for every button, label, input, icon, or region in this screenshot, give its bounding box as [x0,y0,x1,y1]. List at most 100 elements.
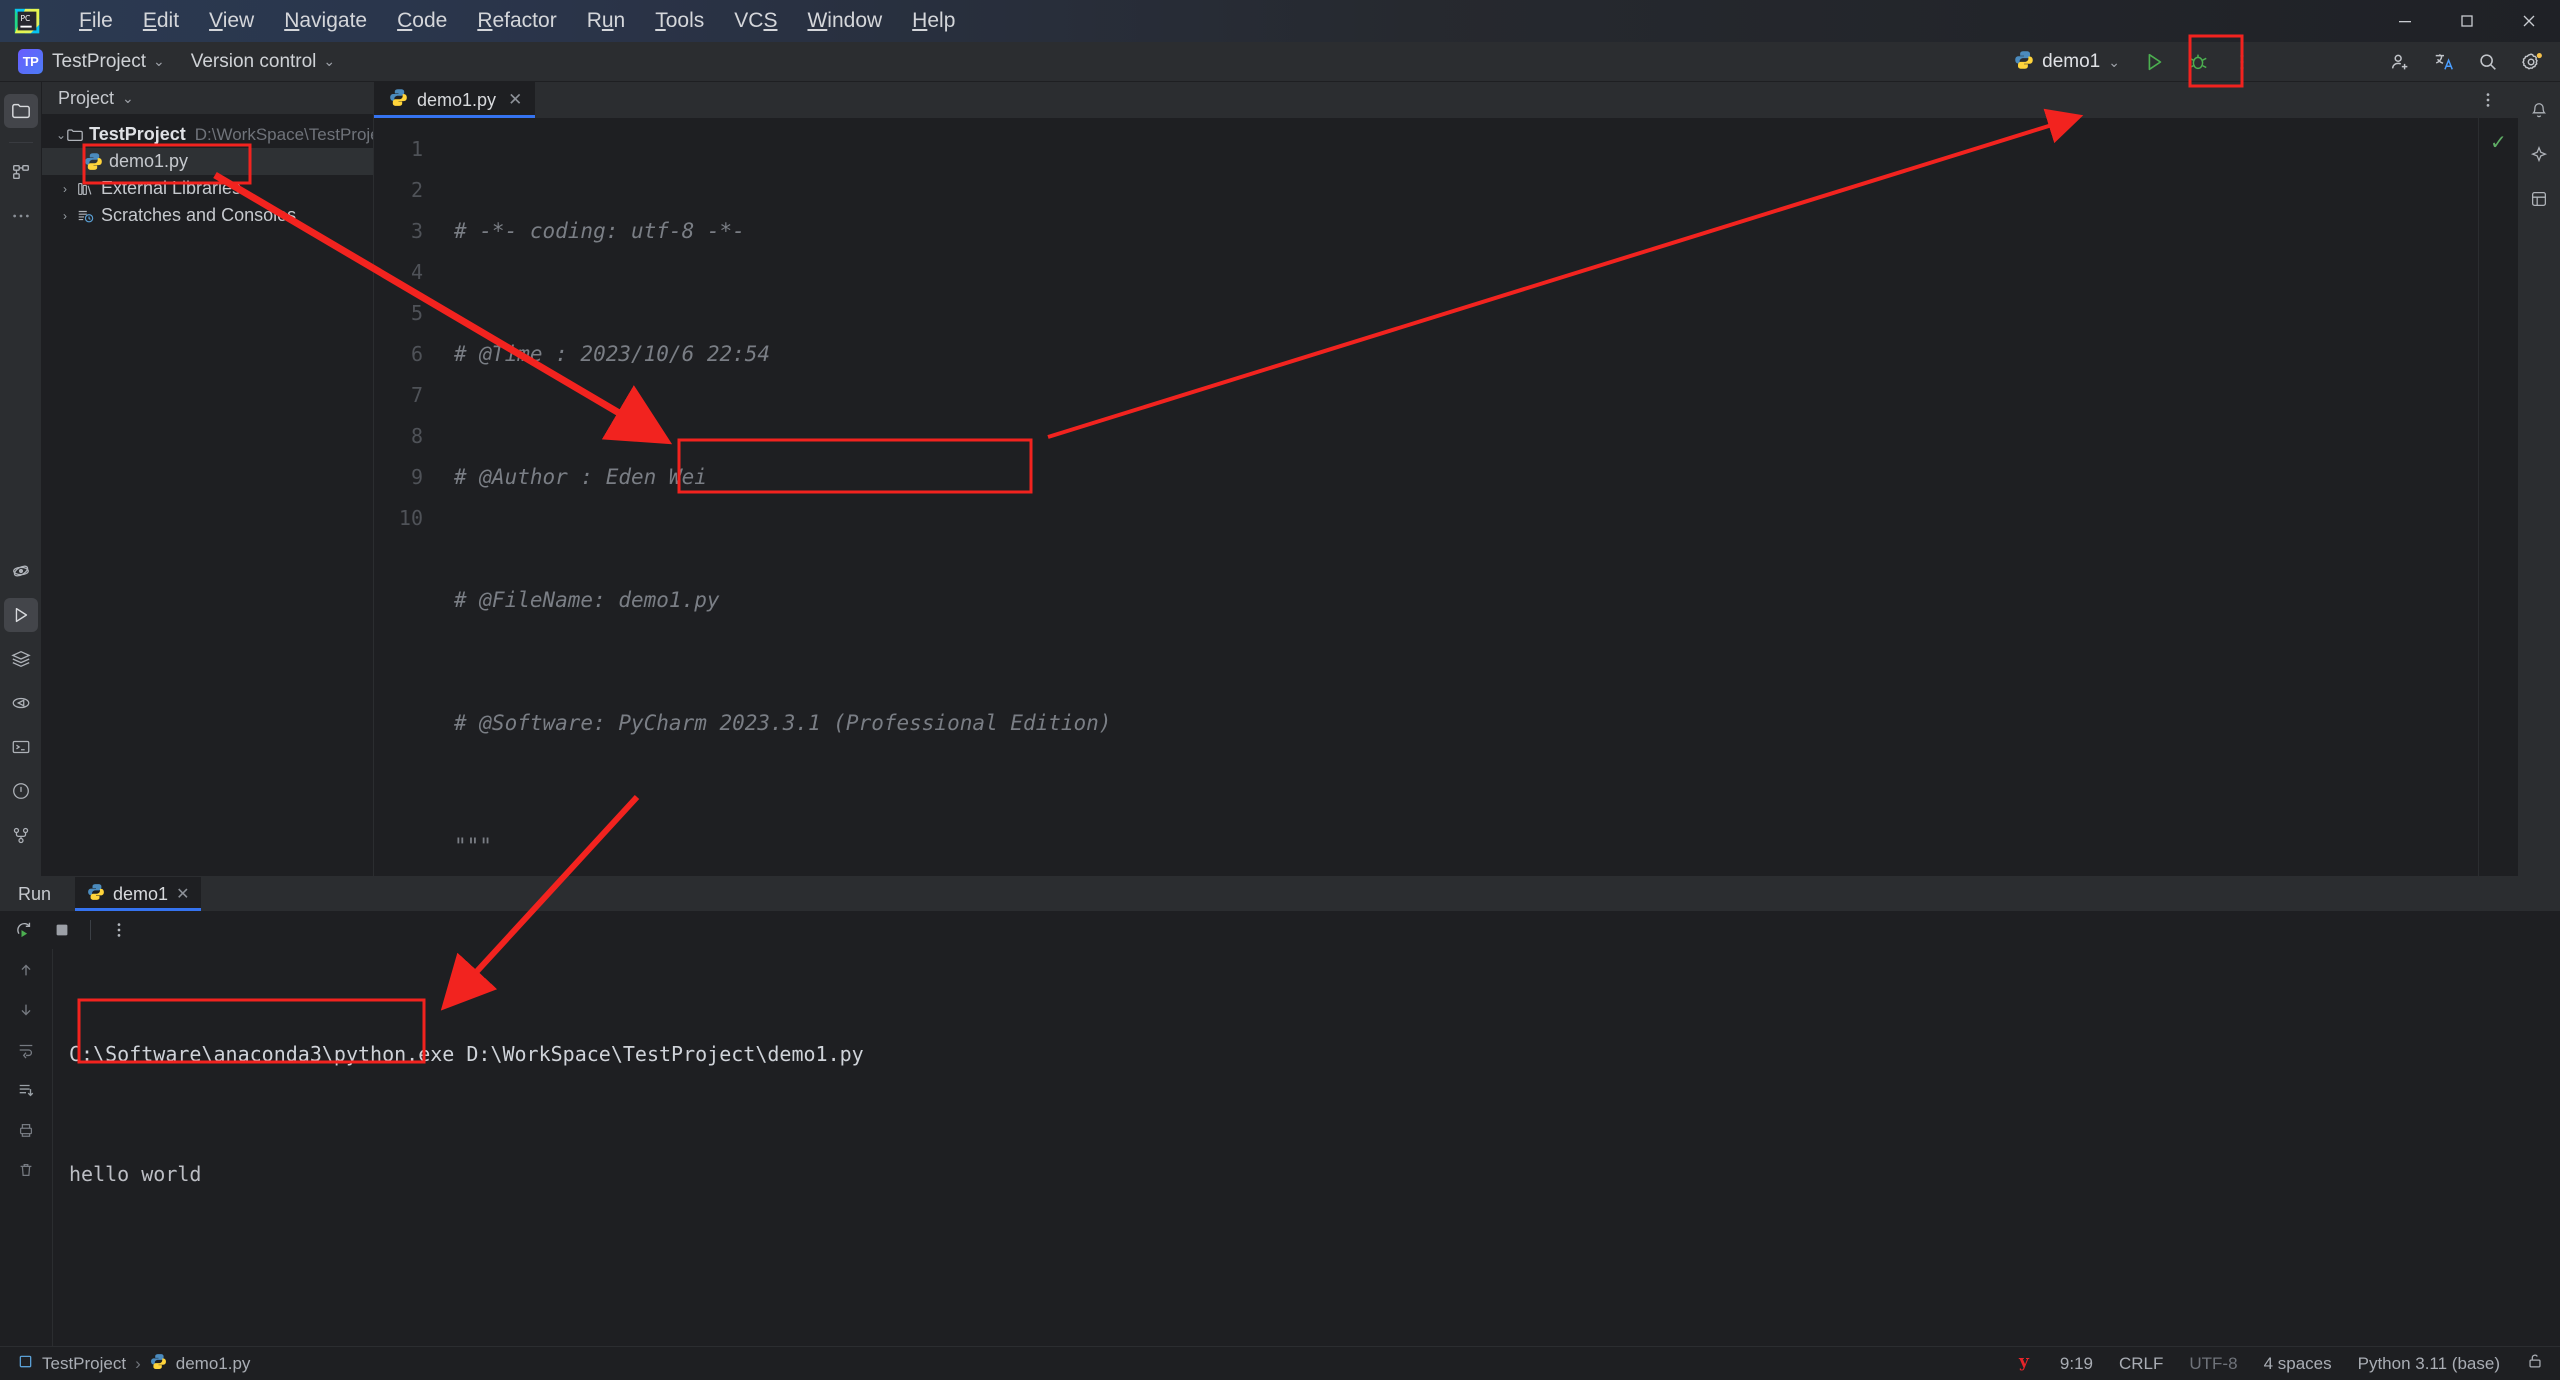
code-line-1: # -*- coding: utf-8 -*- [436,211,2478,252]
editor-inspection-rail[interactable]: ✓ [2478,118,2518,876]
menu-help[interactable]: Help [897,4,970,38]
stop-icon[interactable] [44,915,80,945]
console-output[interactable]: C:\Software\anaconda3\python.exe D:\Work… [52,949,2560,1346]
terminal-icon[interactable] [4,730,38,764]
code-text-area[interactable]: # -*- coding: utf-8 -*- # @Time : 2023/1… [436,118,2478,876]
close-icon[interactable]: ✕ [508,90,522,110]
sidebar-item-project[interactable] [4,94,38,128]
indent-setting[interactable]: 4 spaces [2264,1354,2332,1374]
problems-icon[interactable] [4,686,38,720]
chevron-right-icon-scratches[interactable]: › [56,209,74,223]
run-tab-strip: Run demo1 ✕ [0,877,2560,911]
chevron-down-icon-project[interactable]: ⌄ [122,90,134,107]
tree-item-testproject[interactable]: ⌄ TestProject D:\WorkSpace\TestProject [42,121,373,148]
unlocked-icon[interactable] [2526,1352,2544,1375]
file-encoding[interactable]: UTF-8 [2189,1354,2237,1374]
run-tab-label: demo1 [113,884,168,905]
menu-tools[interactable]: Tools [640,4,719,38]
editor-tab-demo1-py[interactable]: demo1.py ✕ [374,82,535,118]
menu-navigate[interactable]: Navigate [269,4,382,38]
more-vertical-icon[interactable] [101,915,137,945]
menu-file[interactable]: File [64,4,128,38]
project-name-label[interactable]: TestProject [52,51,146,73]
run-button[interactable] [2134,46,2174,78]
notifications-bell-icon[interactable] [2522,94,2556,128]
ai-assistant-icon[interactable] [2522,138,2556,172]
menu-code[interactable]: Code [382,4,462,38]
breadcrumb-file[interactable]: demo1.py [176,1354,251,1374]
more-options-icon[interactable] [2222,46,2262,78]
left-tool-stripe [0,82,42,876]
stripe-divider [9,142,33,143]
version-control-label[interactable]: Version control [191,51,317,73]
close-button[interactable] [2498,0,2560,42]
module-icon [18,1354,33,1374]
sidebar-item-run[interactable] [4,598,38,632]
chevron-down-icon-runcfg: ⌄ [2108,54,2120,71]
tree-label-external-libraries: External Libraries [101,178,241,199]
breadcrumb-project[interactable]: TestProject [42,1354,126,1374]
run-tab-demo1[interactable]: demo1 ✕ [75,877,201,911]
status-bar: TestProject › demo1.py y 9:19 CRLF UTF-8… [0,1346,2560,1380]
debug-button[interactable] [2178,46,2218,78]
library-icon [74,180,96,198]
pycharm-logo-icon: PC [12,6,42,36]
console-output-line: hello world [69,1154,2560,1194]
chevron-down-icon-vcs[interactable]: ⌄ [323,53,335,70]
code-editor[interactable]: 1 2 3 4 5 6 7 8 9 10 # -*- coding: utf-8… [374,118,2518,876]
chevron-down-icon[interactable]: ⌄ [153,53,165,70]
menu-edit[interactable]: Edit [128,4,194,38]
close-icon[interactable]: ✕ [176,884,189,904]
scroll-up-icon[interactable] [11,957,41,983]
chevron-down-icon-root[interactable]: ⌄ [56,128,66,142]
tree-path-testproject: D:\WorkSpace\TestProject [195,125,373,145]
line-separator[interactable]: CRLF [2119,1354,2163,1374]
menu-run[interactable]: Run [572,4,641,38]
menu-window[interactable]: Window [792,4,897,38]
database-icon[interactable] [2522,182,2556,216]
breadcrumb: TestProject › demo1.py [18,1353,250,1375]
run-configuration-selector[interactable]: demo1 ⌄ [2004,47,2130,78]
sidebar-item-commit[interactable] [4,155,38,189]
tree-item-demo1-py[interactable]: demo1.py [42,148,373,175]
tree-item-external-libraries[interactable]: › External Libraries [42,175,373,202]
version-control-icon[interactable] [4,818,38,852]
menu-refactor[interactable]: Refactor [462,4,571,38]
menu-vcs[interactable]: VCS [719,4,792,38]
interpreter-selector[interactable]: Python 3.11 (base) [2358,1354,2500,1374]
add-collaborator-icon[interactable] [2380,46,2420,78]
search-everywhere-icon[interactable] [2468,46,2508,78]
translate-icon[interactable] [2424,46,2464,78]
scroll-down-icon[interactable] [11,997,41,1023]
line-number: 10 [374,498,423,539]
scroll-to-end-icon[interactable] [11,1077,41,1103]
svg-text:y: y [2018,1352,2030,1371]
caret-position[interactable]: 9:19 [2060,1354,2093,1374]
clear-all-icon[interactable] [11,1157,41,1183]
more-tool-windows-icon[interactable] [4,199,38,233]
more-vertical-icon[interactable] [2468,84,2508,116]
services-icon[interactable] [4,642,38,676]
chevron-right-icon-libs[interactable]: › [56,182,74,196]
line-number: 9 [374,457,423,498]
menu-view[interactable]: View [194,4,269,38]
python-file-icon [150,1353,167,1375]
print-icon[interactable] [11,1117,41,1143]
rerun-icon[interactable] [6,915,42,945]
notifications-icon[interactable] [4,774,38,808]
code-comment: # -*- coding: utf-8 -*- [454,219,745,243]
settings-icon[interactable] [2512,46,2552,78]
title-menu-bar: PC File Edit View Navigate Code Refactor… [0,0,2560,42]
soft-wrap-icon[interactable] [11,1037,41,1063]
minimize-button[interactable] [2374,0,2436,42]
python-packages-icon[interactable] [4,554,38,588]
code-docstring-end: """ [454,834,492,858]
pycharm-window: PC File Edit View Navigate Code Refactor… [0,0,2560,1380]
y-brand-icon[interactable]: y [2018,1351,2034,1376]
folder-icon [66,126,84,144]
maximize-button[interactable] [2436,0,2498,42]
line-number: 3 [374,211,423,252]
tree-item-scratches[interactable]: › Scratches and Consoles [42,202,373,229]
line-number: 2 [374,170,423,211]
line-number: 4 [374,252,423,293]
